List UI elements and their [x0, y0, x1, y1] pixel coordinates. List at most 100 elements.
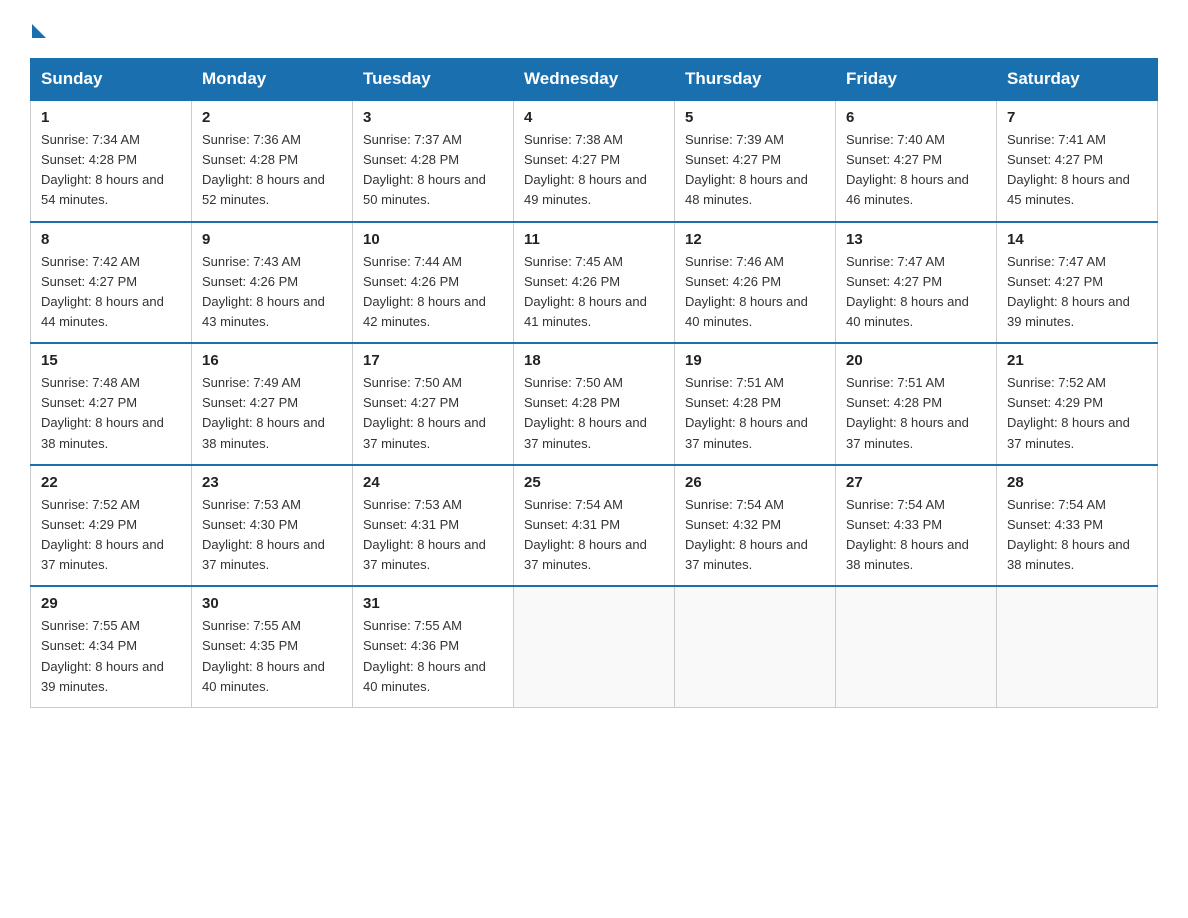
calendar-day-cell: 5 Sunrise: 7:39 AM Sunset: 4:27 PM Dayli… — [675, 100, 836, 222]
calendar-day-cell: 14 Sunrise: 7:47 AM Sunset: 4:27 PM Dayl… — [997, 222, 1158, 344]
day-number: 30 — [202, 595, 342, 612]
day-number: 21 — [1007, 352, 1147, 369]
day-info: Sunrise: 7:51 AM Sunset: 4:28 PM Dayligh… — [846, 373, 986, 454]
day-number: 15 — [41, 352, 181, 369]
day-number: 8 — [41, 231, 181, 248]
day-number: 31 — [363, 595, 503, 612]
calendar-day-cell: 22 Sunrise: 7:52 AM Sunset: 4:29 PM Dayl… — [31, 465, 192, 587]
day-info: Sunrise: 7:39 AM Sunset: 4:27 PM Dayligh… — [685, 130, 825, 211]
day-info: Sunrise: 7:51 AM Sunset: 4:28 PM Dayligh… — [685, 373, 825, 454]
calendar-day-cell: 12 Sunrise: 7:46 AM Sunset: 4:26 PM Dayl… — [675, 222, 836, 344]
calendar-day-cell — [836, 586, 997, 707]
day-number: 28 — [1007, 474, 1147, 491]
calendar-week-row: 22 Sunrise: 7:52 AM Sunset: 4:29 PM Dayl… — [31, 465, 1158, 587]
day-info: Sunrise: 7:50 AM Sunset: 4:28 PM Dayligh… — [524, 373, 664, 454]
day-info: Sunrise: 7:55 AM Sunset: 4:35 PM Dayligh… — [202, 616, 342, 697]
day-info: Sunrise: 7:52 AM Sunset: 4:29 PM Dayligh… — [1007, 373, 1147, 454]
calendar-day-cell: 17 Sunrise: 7:50 AM Sunset: 4:27 PM Dayl… — [353, 343, 514, 465]
calendar-body: 1 Sunrise: 7:34 AM Sunset: 4:28 PM Dayli… — [31, 100, 1158, 707]
calendar-day-cell: 16 Sunrise: 7:49 AM Sunset: 4:27 PM Dayl… — [192, 343, 353, 465]
calendar-day-cell: 19 Sunrise: 7:51 AM Sunset: 4:28 PM Dayl… — [675, 343, 836, 465]
calendar-day-cell: 10 Sunrise: 7:44 AM Sunset: 4:26 PM Dayl… — [353, 222, 514, 344]
day-info: Sunrise: 7:50 AM Sunset: 4:27 PM Dayligh… — [363, 373, 503, 454]
day-info: Sunrise: 7:48 AM Sunset: 4:27 PM Dayligh… — [41, 373, 181, 454]
day-of-week-header: Monday — [192, 59, 353, 101]
calendar-day-cell: 6 Sunrise: 7:40 AM Sunset: 4:27 PM Dayli… — [836, 100, 997, 222]
day-of-week-header: Wednesday — [514, 59, 675, 101]
day-of-week-header: Thursday — [675, 59, 836, 101]
day-number: 17 — [363, 352, 503, 369]
day-info: Sunrise: 7:43 AM Sunset: 4:26 PM Dayligh… — [202, 252, 342, 333]
day-info: Sunrise: 7:36 AM Sunset: 4:28 PM Dayligh… — [202, 130, 342, 211]
calendar-day-cell: 28 Sunrise: 7:54 AM Sunset: 4:33 PM Dayl… — [997, 465, 1158, 587]
day-number: 13 — [846, 231, 986, 248]
day-number: 27 — [846, 474, 986, 491]
day-info: Sunrise: 7:44 AM Sunset: 4:26 PM Dayligh… — [363, 252, 503, 333]
calendar-day-cell: 4 Sunrise: 7:38 AM Sunset: 4:27 PM Dayli… — [514, 100, 675, 222]
calendar-table: SundayMondayTuesdayWednesdayThursdayFrid… — [30, 58, 1158, 708]
calendar-header-row: SundayMondayTuesdayWednesdayThursdayFrid… — [31, 59, 1158, 101]
calendar-week-row: 15 Sunrise: 7:48 AM Sunset: 4:27 PM Dayl… — [31, 343, 1158, 465]
day-number: 18 — [524, 352, 664, 369]
day-number: 24 — [363, 474, 503, 491]
day-number: 7 — [1007, 109, 1147, 126]
day-info: Sunrise: 7:47 AM Sunset: 4:27 PM Dayligh… — [846, 252, 986, 333]
day-info: Sunrise: 7:53 AM Sunset: 4:30 PM Dayligh… — [202, 495, 342, 576]
calendar-day-cell: 26 Sunrise: 7:54 AM Sunset: 4:32 PM Dayl… — [675, 465, 836, 587]
day-number: 26 — [685, 474, 825, 491]
calendar-day-cell: 25 Sunrise: 7:54 AM Sunset: 4:31 PM Dayl… — [514, 465, 675, 587]
day-number: 5 — [685, 109, 825, 126]
day-info: Sunrise: 7:55 AM Sunset: 4:36 PM Dayligh… — [363, 616, 503, 697]
calendar-day-cell: 3 Sunrise: 7:37 AM Sunset: 4:28 PM Dayli… — [353, 100, 514, 222]
day-number: 16 — [202, 352, 342, 369]
calendar-day-cell: 24 Sunrise: 7:53 AM Sunset: 4:31 PM Dayl… — [353, 465, 514, 587]
day-info: Sunrise: 7:54 AM Sunset: 4:33 PM Dayligh… — [846, 495, 986, 576]
day-info: Sunrise: 7:40 AM Sunset: 4:27 PM Dayligh… — [846, 130, 986, 211]
calendar-day-cell: 21 Sunrise: 7:52 AM Sunset: 4:29 PM Dayl… — [997, 343, 1158, 465]
calendar-day-cell: 15 Sunrise: 7:48 AM Sunset: 4:27 PM Dayl… — [31, 343, 192, 465]
day-number: 19 — [685, 352, 825, 369]
calendar-day-cell: 31 Sunrise: 7:55 AM Sunset: 4:36 PM Dayl… — [353, 586, 514, 707]
calendar-day-cell — [675, 586, 836, 707]
day-info: Sunrise: 7:47 AM Sunset: 4:27 PM Dayligh… — [1007, 252, 1147, 333]
day-number: 22 — [41, 474, 181, 491]
calendar-day-cell: 13 Sunrise: 7:47 AM Sunset: 4:27 PM Dayl… — [836, 222, 997, 344]
day-of-week-header: Sunday — [31, 59, 192, 101]
calendar-day-cell: 23 Sunrise: 7:53 AM Sunset: 4:30 PM Dayl… — [192, 465, 353, 587]
day-info: Sunrise: 7:37 AM Sunset: 4:28 PM Dayligh… — [363, 130, 503, 211]
logo — [30, 20, 46, 38]
calendar-day-cell: 11 Sunrise: 7:45 AM Sunset: 4:26 PM Dayl… — [514, 222, 675, 344]
day-number: 9 — [202, 231, 342, 248]
day-number: 4 — [524, 109, 664, 126]
day-number: 6 — [846, 109, 986, 126]
day-number: 10 — [363, 231, 503, 248]
day-number: 29 — [41, 595, 181, 612]
day-number: 23 — [202, 474, 342, 491]
day-number: 12 — [685, 231, 825, 248]
calendar-day-cell — [514, 586, 675, 707]
day-info: Sunrise: 7:54 AM Sunset: 4:32 PM Dayligh… — [685, 495, 825, 576]
day-number: 2 — [202, 109, 342, 126]
calendar-day-cell: 30 Sunrise: 7:55 AM Sunset: 4:35 PM Dayl… — [192, 586, 353, 707]
day-info: Sunrise: 7:38 AM Sunset: 4:27 PM Dayligh… — [524, 130, 664, 211]
day-info: Sunrise: 7:34 AM Sunset: 4:28 PM Dayligh… — [41, 130, 181, 211]
day-number: 1 — [41, 109, 181, 126]
day-info: Sunrise: 7:53 AM Sunset: 4:31 PM Dayligh… — [363, 495, 503, 576]
day-info: Sunrise: 7:46 AM Sunset: 4:26 PM Dayligh… — [685, 252, 825, 333]
day-of-week-header: Saturday — [997, 59, 1158, 101]
day-number: 25 — [524, 474, 664, 491]
day-of-week-header: Tuesday — [353, 59, 514, 101]
calendar-day-cell: 8 Sunrise: 7:42 AM Sunset: 4:27 PM Dayli… — [31, 222, 192, 344]
calendar-day-cell: 7 Sunrise: 7:41 AM Sunset: 4:27 PM Dayli… — [997, 100, 1158, 222]
calendar-day-cell: 2 Sunrise: 7:36 AM Sunset: 4:28 PM Dayli… — [192, 100, 353, 222]
day-number: 11 — [524, 231, 664, 248]
day-number: 20 — [846, 352, 986, 369]
day-info: Sunrise: 7:45 AM Sunset: 4:26 PM Dayligh… — [524, 252, 664, 333]
calendar-day-cell: 18 Sunrise: 7:50 AM Sunset: 4:28 PM Dayl… — [514, 343, 675, 465]
day-number: 3 — [363, 109, 503, 126]
page-header — [30, 20, 1158, 38]
logo-arrow-icon — [32, 24, 46, 38]
day-number: 14 — [1007, 231, 1147, 248]
calendar-week-row: 1 Sunrise: 7:34 AM Sunset: 4:28 PM Dayli… — [31, 100, 1158, 222]
day-info: Sunrise: 7:42 AM Sunset: 4:27 PM Dayligh… — [41, 252, 181, 333]
